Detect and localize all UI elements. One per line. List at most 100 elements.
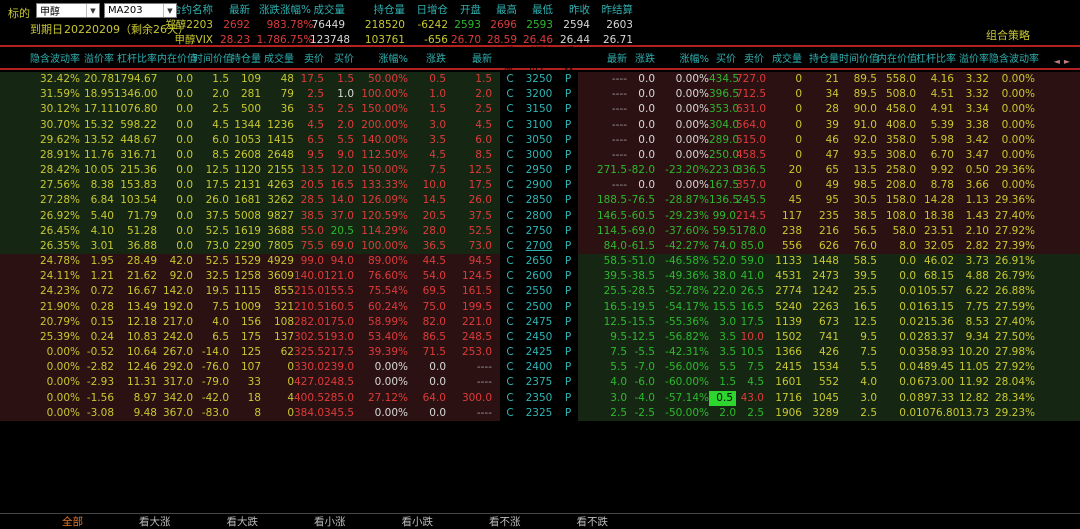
put-ask-cell[interactable]: 458.5	[736, 148, 764, 163]
put-ask-cell[interactable]: 16.5	[736, 300, 764, 315]
put-ask-cell[interactable]: 43.0	[736, 391, 764, 406]
put-ask-cell[interactable]: 214.5	[736, 209, 764, 224]
call-ask-cell[interactable]: 427.0	[294, 375, 324, 390]
call-ask-cell[interactable]: 20.5	[294, 178, 324, 193]
call-last-cell[interactable]: 161.5	[446, 284, 492, 299]
strike-link[interactable]: 2325	[520, 406, 558, 421]
call-last-cell[interactable]: 253.0	[446, 345, 492, 360]
put-bid-cell[interactable]: 289.0	[709, 133, 736, 148]
option-row[interactable]: 0.00%-2.9311.31317.0-79.0330427.0248.50.…	[0, 375, 1080, 390]
put-bid-cell[interactable]: 2.0	[709, 406, 736, 421]
put-last-cell[interactable]: 188.5	[578, 193, 627, 208]
option-row[interactable]: 20.79%0.1512.18217.04.0156108282.0175.05…	[0, 315, 1080, 330]
put-ask-cell[interactable]: 41.0	[736, 269, 764, 284]
strike-link[interactable]: 2700	[520, 239, 558, 254]
put-ask-cell[interactable]: 4.5	[736, 375, 764, 390]
put-last-cell[interactable]: 3.0	[578, 391, 627, 406]
put-last-cell[interactable]: 5.5	[578, 360, 627, 375]
put-bid-cell[interactable]: 136.5	[709, 193, 736, 208]
put-last-cell[interactable]: 146.5	[578, 209, 627, 224]
call-last-cell[interactable]: 94.5	[446, 254, 492, 269]
strike-link[interactable]: 3250	[520, 72, 558, 87]
call-bid-cell[interactable]: 175.0	[324, 315, 354, 330]
filter-tab-not-down[interactable]: 看不跌	[577, 514, 609, 529]
option-row[interactable]: 29.62%13.52448.670.06.0105314156.55.5140…	[0, 133, 1080, 148]
call-bid-cell[interactable]: 9.0	[324, 148, 354, 163]
option-row[interactable]: 0.00%-2.8212.46292.0-76.01070330.0239.00…	[0, 360, 1080, 375]
call-last-cell[interactable]: 4.5	[446, 118, 492, 133]
put-ask-cell[interactable]: 178.0	[736, 224, 764, 239]
call-bid-cell[interactable]: 345.5	[324, 406, 354, 421]
put-ask-cell[interactable]: 17.5	[736, 315, 764, 330]
put-bid-cell[interactable]: 59.5	[709, 224, 736, 239]
option-row[interactable]: 0.00%-0.5210.64267.0-14.012562325.5217.5…	[0, 345, 1080, 360]
strike-link[interactable]: 2500	[520, 300, 558, 315]
call-bid-cell[interactable]: 1.5	[324, 72, 354, 87]
put-last-cell[interactable]: 58.5	[578, 254, 627, 269]
put-last-cell[interactable]: ----	[578, 87, 627, 102]
strike-link[interactable]: 2950	[520, 163, 558, 178]
strike-link[interactable]: 2400	[520, 360, 558, 375]
call-ask-cell[interactable]: 75.5	[294, 239, 324, 254]
call-bid-cell[interactable]: 121.0	[324, 269, 354, 284]
call-last-cell[interactable]: 12.5	[446, 163, 492, 178]
put-ask-cell[interactable]: 59.0	[736, 254, 764, 269]
strike-link[interactable]: 2650	[520, 254, 558, 269]
put-last-cell[interactable]: 271.5	[578, 163, 627, 178]
call-ask-cell[interactable]: 99.0	[294, 254, 324, 269]
call-ask-cell[interactable]: 384.0	[294, 406, 324, 421]
put-last-cell[interactable]: 7.5	[578, 345, 627, 360]
strike-link[interactable]: 2800	[520, 209, 558, 224]
put-last-cell[interactable]: 4.0	[578, 375, 627, 390]
call-last-cell[interactable]: 221.0	[446, 315, 492, 330]
scroll-right-icon[interactable]: ►	[1064, 57, 1074, 66]
put-last-cell[interactable]: ----	[578, 102, 627, 117]
call-bid-cell[interactable]: 37.0	[324, 209, 354, 224]
put-bid-cell[interactable]: 22.0	[709, 284, 736, 299]
call-last-cell[interactable]: ----	[446, 360, 492, 375]
put-ask-cell[interactable]: 10.5	[736, 345, 764, 360]
call-ask-cell[interactable]: 55.0	[294, 224, 324, 239]
put-ask-cell[interactable]: 357.0	[736, 178, 764, 193]
put-last-cell[interactable]: ----	[578, 72, 627, 87]
option-row[interactable]: 24.11%1.2121.6292.032.512583609140.0121.…	[0, 269, 1080, 284]
put-bid-cell[interactable]: 3.0	[709, 315, 736, 330]
strike-link[interactable]: 2350	[520, 391, 558, 406]
call-ask-cell[interactable]: 330.0	[294, 360, 324, 375]
strike-link[interactable]: 2750	[520, 224, 558, 239]
strike-link[interactable]: 3000	[520, 148, 558, 163]
strategy-button[interactable]: 组合策略	[986, 27, 1030, 43]
filter-tab-big-up[interactable]: 看大涨	[139, 514, 171, 529]
put-bid-cell[interactable]: 434.5	[709, 72, 736, 87]
call-last-cell[interactable]: 300.0	[446, 391, 492, 406]
call-ask-cell[interactable]: 2.5	[294, 87, 324, 102]
call-bid-cell[interactable]: 12.0	[324, 163, 354, 178]
call-ask-cell[interactable]: 302.5	[294, 330, 324, 345]
call-ask-cell[interactable]: 17.5	[294, 72, 324, 87]
put-last-cell[interactable]: 9.5	[578, 330, 627, 345]
strike-link[interactable]: 2425	[520, 345, 558, 360]
option-row[interactable]: 21.90%0.2813.49192.07.51009321210.5160.5…	[0, 300, 1080, 315]
put-ask-cell[interactable]: 2.5	[736, 406, 764, 421]
put-last-cell[interactable]: 12.5	[578, 315, 627, 330]
put-bid-cell[interactable]: 396.5	[709, 87, 736, 102]
call-last-cell[interactable]: 26.0	[446, 193, 492, 208]
scroll-left-icon[interactable]: ◄	[1054, 57, 1064, 66]
put-last-cell[interactable]: 114.5	[578, 224, 627, 239]
call-bid-cell[interactable]: 14.0	[324, 193, 354, 208]
option-row[interactable]: 0.00%-1.568.97342.0-42.0184400.5285.027.…	[0, 391, 1080, 406]
option-row[interactable]: 28.42%10.05215.360.012.51120215513.512.0…	[0, 163, 1080, 178]
call-bid-cell[interactable]: 217.5	[324, 345, 354, 360]
strike-link[interactable]: 2450	[520, 330, 558, 345]
put-last-cell[interactable]: ----	[578, 178, 627, 193]
put-bid-cell[interactable]: 353.0	[709, 102, 736, 117]
put-bid-cell[interactable]: 38.0	[709, 269, 736, 284]
call-last-cell[interactable]: 2.0	[446, 87, 492, 102]
call-ask-cell[interactable]: 38.5	[294, 209, 324, 224]
filter-tab-small-down[interactable]: 看小跌	[402, 514, 434, 529]
call-bid-cell[interactable]: 160.5	[324, 300, 354, 315]
put-bid-cell[interactable]: 304.0	[709, 118, 736, 133]
underlying-select[interactable]: 甲醇 ▼	[36, 3, 100, 18]
strike-link[interactable]: 3200	[520, 87, 558, 102]
put-ask-cell[interactable]: 564.0	[736, 118, 764, 133]
